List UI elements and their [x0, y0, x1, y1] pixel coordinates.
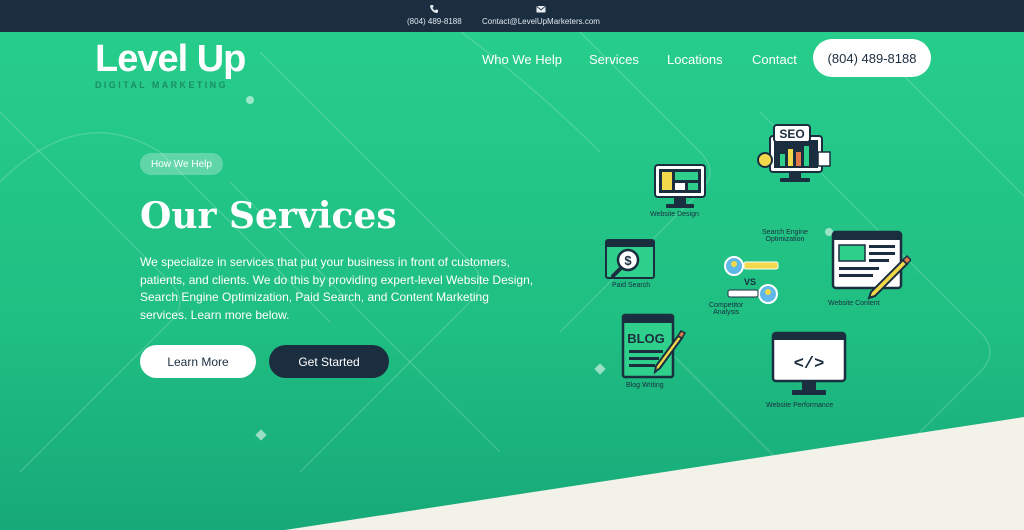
- blog-writing-illustration: BLOG: [621, 313, 686, 379]
- top-contact-bar: (804) 489-8188 Contact@LevelUpMarketers.…: [0, 0, 1024, 32]
- topbar-email-text: Contact@LevelUpMarketers.com: [482, 17, 600, 26]
- competitor-analysis-label: Competitor Analysis: [709, 302, 743, 316]
- envelope-icon: [536, 6, 546, 13]
- seo-label-line1: Search Engine: [762, 229, 808, 236]
- svg-text:$: $: [624, 253, 632, 268]
- blog-writing-label: Blog Writing: [626, 382, 664, 389]
- logo-wordmark: Level Up: [95, 38, 246, 80]
- phone-button[interactable]: (804) 489-8188: [813, 39, 931, 77]
- competitor-label-line1: Competitor: [709, 302, 744, 309]
- hero-description: We specialize in services that put your …: [140, 255, 534, 322]
- website-design-illustration: [654, 164, 706, 208]
- seo-illustration: SEO: [757, 124, 831, 182]
- learn-more-button[interactable]: Learn More: [140, 345, 256, 378]
- seo-label-line2: Optimization: [765, 236, 805, 243]
- website-content-illustration: [831, 230, 911, 300]
- paid-search-label: Paid Search: [612, 282, 651, 289]
- page-title: Our Services: [140, 195, 397, 237]
- get-started-button[interactable]: Get Started: [269, 345, 389, 378]
- website-performance-illustration: </>: [771, 331, 847, 395]
- blog-badge-text: BLOG: [627, 331, 665, 346]
- paid-search-illustration: $: [605, 239, 655, 279]
- seo-label: Search Engine Optimization: [762, 229, 808, 243]
- seo-badge-text: SEO: [779, 127, 804, 141]
- logo-subtitle: DIGITAL MARKETING: [95, 80, 228, 90]
- topbar-phone-link[interactable]: (804) 489-8188: [407, 4, 462, 26]
- vs-text: VS: [744, 277, 756, 287]
- nav-who-we-help[interactable]: Who We Help: [482, 52, 562, 67]
- section-pill: How We Help: [140, 153, 223, 175]
- competitor-label-line2: Analysis: [713, 309, 740, 316]
- nav-contact[interactable]: Contact: [752, 52, 797, 67]
- website-design-label: Website Design: [650, 211, 699, 218]
- website-performance-label: Website Performance: [766, 402, 834, 409]
- hero-section: Level Up DIGITAL MARKETING Who We Help S…: [0, 32, 1024, 530]
- code-icon: </>: [794, 355, 825, 374]
- nav-locations[interactable]: Locations: [667, 52, 723, 67]
- topbar-email-link[interactable]: Contact@LevelUpMarketers.com: [482, 4, 600, 26]
- competitor-analysis-illustration: VS: [724, 256, 779, 304]
- topbar-phone-text: (804) 489-8188: [407, 17, 462, 26]
- site-logo[interactable]: Level Up DIGITAL MARKETING: [95, 38, 265, 92]
- nav-services[interactable]: Services: [589, 52, 639, 67]
- website-content-label: Website Content: [828, 300, 880, 307]
- phone-icon: [430, 5, 439, 13]
